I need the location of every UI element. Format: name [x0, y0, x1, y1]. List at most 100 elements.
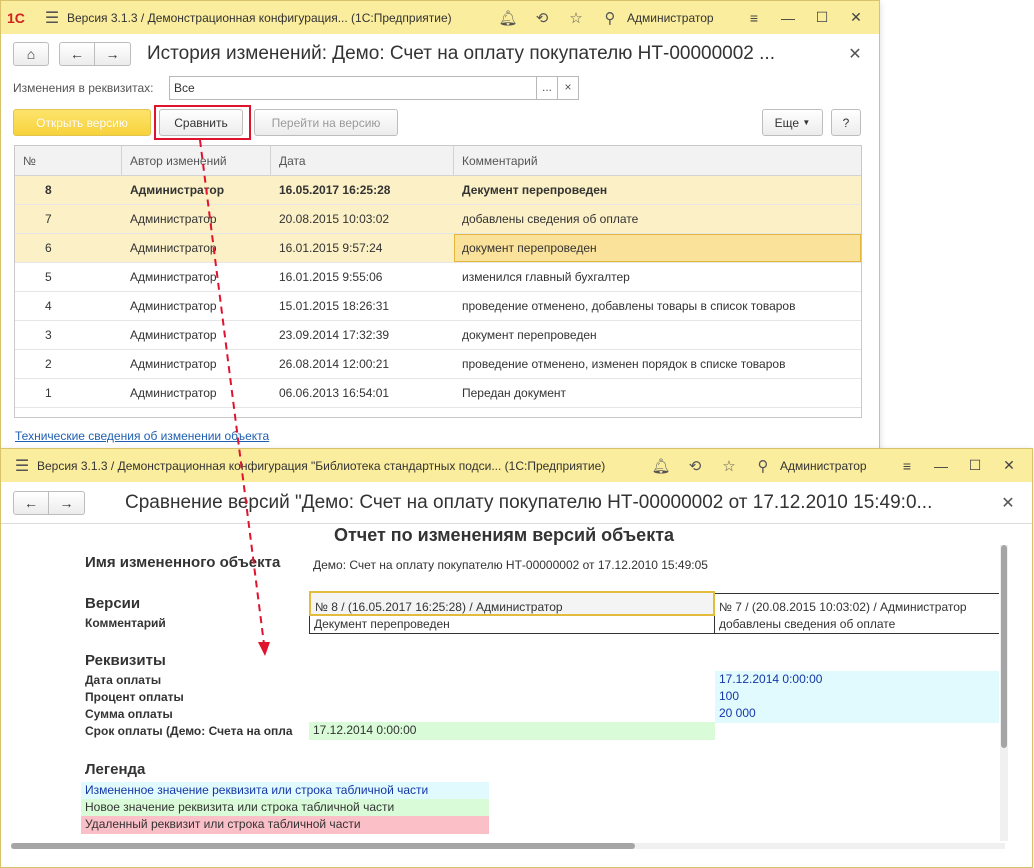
prop-name: Сумма оплаты	[85, 707, 173, 721]
form-title: История изменений: Демо: Счет на оплату …	[147, 43, 775, 64]
column-author[interactable]: Автор изменений	[122, 146, 271, 175]
props-label: Реквизиты	[85, 652, 166, 669]
versions-table: № Автор изменений Дата Комментарий 8 Адм…	[14, 145, 862, 418]
table-row[interactable]: 5 Администратор 16.01.2015 9:55:06 измен…	[15, 263, 861, 292]
cell-comment: Декумент перепроведен	[462, 183, 608, 197]
column-comment[interactable]: Комментарий	[454, 146, 861, 175]
minimize-icon[interactable]: —	[924, 458, 958, 474]
user-name[interactable]: Администратор	[627, 11, 737, 25]
table-row[interactable]: 3 Администратор 23.09.2014 17:32:39 доку…	[15, 321, 861, 350]
column-date[interactable]: Дата	[271, 146, 454, 175]
versions-label: Версии	[85, 595, 141, 612]
home-button[interactable]: ⌂	[13, 42, 49, 66]
scroll-thumb[interactable]	[11, 843, 635, 849]
compare-window: ☰ Версия 3.1.3 / Демонстрационная конфиг…	[0, 448, 1033, 868]
changes-filter: Изменения в реквизитах: Все ... ×	[13, 76, 579, 100]
cell-author: Администратор	[130, 270, 217, 284]
user-name[interactable]: Администратор	[780, 459, 890, 473]
vertical-scrollbar[interactable]	[1000, 545, 1008, 841]
prop-value-b: 100	[715, 688, 999, 706]
minimize-icon[interactable]: —	[771, 10, 805, 26]
table-row[interactable]: 1 Администратор 06.06.2013 16:54:01 Пере…	[15, 379, 861, 408]
cell-author: Администратор	[130, 357, 217, 371]
table-row[interactable]: 7 Администратор 20.08.2015 10:03:02 доба…	[15, 205, 861, 234]
cell-author: Администратор	[130, 241, 217, 255]
close-icon[interactable]: ✕	[992, 457, 1026, 474]
prop-name: Процент оплаты	[85, 690, 184, 704]
help-button[interactable]: ?	[831, 109, 861, 136]
cell-date: 16.01.2015 9:57:24	[279, 241, 383, 255]
command-bar: Открыть версию Сравнить Перейти на верси…	[13, 109, 863, 137]
object-value: Демо: Счет на оплату покупателю НТ-00000…	[313, 558, 708, 572]
forward-button[interactable]: →	[95, 42, 131, 66]
scroll-thumb[interactable]	[1001, 545, 1007, 748]
window-title: Версия 3.1.3 / Демонстрационная конфигур…	[67, 10, 452, 25]
star-icon[interactable]: ☆	[712, 457, 746, 475]
forward-button[interactable]: →	[49, 490, 85, 515]
settings-menu-icon[interactable]: ≡	[737, 10, 771, 26]
comparison-report: Отчет по изменениям версий объекта Имя и…	[1, 525, 1007, 847]
cell-number: 1	[45, 386, 52, 400]
cell-author: Администратор	[130, 386, 217, 400]
column-number[interactable]: №	[15, 146, 122, 175]
history-icon[interactable]: ⟲	[525, 9, 559, 27]
back-button[interactable]: ←	[13, 490, 49, 515]
star-icon[interactable]: ☆	[559, 9, 593, 27]
form-title: Сравнение версий "Демо: Счет на оплату п…	[125, 491, 933, 513]
cell-number: 3	[45, 328, 52, 342]
form-close-icon[interactable]: ✕	[996, 493, 1020, 513]
version-a-header[interactable]: № 8 / (16.05.2017 16:25:28) / Администра…	[309, 591, 715, 616]
cell-comment: добавлены сведения об оплате	[462, 212, 639, 226]
tech-details-link[interactable]: Технические сведения об изменении объект…	[15, 429, 269, 443]
history-window: 1С ☰ Версия 3.1.3 / Демонстрационная кон…	[0, 0, 880, 452]
legend-label: Легенда	[85, 761, 146, 778]
form-header: ← → Сравнение версий "Демо: Счет на опла…	[1, 482, 1032, 524]
settings-menu-icon[interactable]: ≡	[890, 458, 924, 474]
cell-number: 5	[45, 270, 52, 284]
search-icon[interactable]: ⚲	[746, 457, 780, 475]
menu-icon[interactable]: ☰	[37, 8, 67, 28]
cell-comment: проведение отменено, добавлены товары в …	[462, 299, 796, 313]
cell-comment: изменился главный бухгалтер	[462, 270, 630, 284]
form-close-icon[interactable]: ✕	[843, 44, 867, 64]
cell-date: 16.01.2015 9:55:06	[279, 270, 383, 284]
back-button[interactable]: ←	[59, 42, 95, 66]
compare-highlight-frame	[154, 105, 251, 140]
title-bar: ☰ Версия 3.1.3 / Демонстрационная конфиг…	[1, 449, 1032, 482]
legend-changed: Измененное значение реквизита или строка…	[81, 782, 489, 800]
report-title: Отчет по изменениям версий объекта	[333, 525, 675, 545]
table-row[interactable]: 6 Администратор 16.01.2015 9:57:24 докум…	[15, 234, 861, 263]
cell-author: Администратор	[130, 328, 217, 342]
table-row[interactable]: 2 Администратор 26.08.2014 12:00:21 пров…	[15, 350, 861, 379]
search-icon[interactable]: ⚲	[593, 9, 627, 27]
filter-input[interactable]: Все	[169, 76, 537, 100]
comment-b: добавлены сведения об оплате	[715, 616, 999, 634]
goto-version-button[interactable]: Перейти на версию	[254, 109, 398, 136]
legend-added: Новое значение реквизита или строка табл…	[81, 799, 489, 817]
version-b-header[interactable]: № 7 / (20.08.2015 10:03:02) / Администра…	[715, 593, 999, 615]
bell-icon[interactable]: 🔔︎	[491, 9, 525, 27]
filter-select-button[interactable]: ...	[537, 76, 558, 100]
cell-author: Администратор	[130, 183, 225, 197]
more-button[interactable]: Еще ▼	[762, 109, 823, 136]
cell-date: 16.05.2017 16:25:28	[279, 183, 391, 197]
prop-value-a: 17.12.2014 0:00:00	[309, 722, 715, 740]
history-icon[interactable]: ⟲	[678, 457, 712, 475]
filter-clear-button[interactable]: ×	[558, 76, 579, 100]
maximize-icon[interactable]: ☐	[805, 9, 839, 26]
cell-number: 8	[45, 183, 52, 197]
table-row[interactable]: 4 Администратор 15.01.2015 18:26:31 пров…	[15, 292, 861, 321]
cell-comment: проведение отменено, изменен порядок в с…	[462, 357, 786, 371]
cell-date: 23.09.2014 17:32:39	[279, 328, 390, 342]
close-icon[interactable]: ✕	[839, 9, 873, 26]
title-bar: 1С ☰ Версия 3.1.3 / Демонстрационная кон…	[1, 1, 879, 34]
open-version-button[interactable]: Открыть версию	[13, 109, 151, 136]
horizontal-scrollbar[interactable]	[11, 840, 1005, 850]
cell-date: 06.06.2013 16:54:01	[279, 386, 390, 400]
cell-number: 6	[45, 241, 52, 255]
bell-icon[interactable]: 🔔︎	[644, 457, 678, 475]
table-row[interactable]: 8 Администратор 16.05.2017 16:25:28 Деку…	[15, 176, 861, 205]
maximize-icon[interactable]: ☐	[958, 457, 992, 474]
menu-icon[interactable]: ☰	[7, 456, 37, 476]
comment-a: Декумент перепроведен	[309, 616, 715, 634]
